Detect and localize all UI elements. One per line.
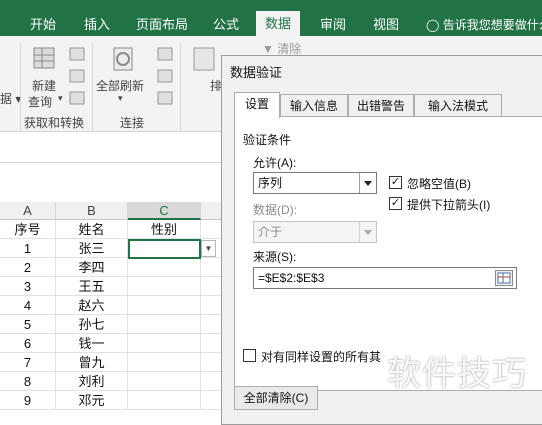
cell-name[interactable]: 曾九 <box>56 353 128 372</box>
cell-name[interactable]: 王五 <box>56 277 128 296</box>
tab-formulas[interactable]: 公式 <box>213 14 239 36</box>
ignore-blank-checkbox[interactable]: ✓ <box>389 176 402 189</box>
group-separator <box>180 42 181 130</box>
new-query-label-2[interactable]: 查询 <box>28 93 52 110</box>
source-label: 来源(S): <box>253 250 297 264</box>
chevron-down-icon[interactable]: ▾ <box>118 93 123 104</box>
query-small-icons[interactable] <box>68 44 86 114</box>
clear-label: 清除 <box>277 42 302 56</box>
allow-select-value: 序列 <box>258 176 283 190</box>
chevron-down-icon: ▼ <box>204 244 213 253</box>
allow-label: 允许(A): <box>253 156 297 170</box>
cell-number[interactable]: 1 <box>0 239 56 258</box>
tab-settings[interactable]: 设置 <box>234 92 280 118</box>
cell-name[interactable]: 钱一 <box>56 334 128 353</box>
ignore-blank-label[interactable]: 忽略空值(B) <box>407 175 471 192</box>
group-separator <box>92 42 93 130</box>
tab-ime-mode[interactable]: 输入法模式 <box>414 94 502 117</box>
data-select-value: 介于 <box>258 225 283 239</box>
validation-criteria-label: 验证条件 <box>243 133 292 147</box>
header-cell-gender[interactable]: 性别 <box>128 220 201 239</box>
cell-name[interactable]: 邓元 <box>56 391 128 410</box>
in-cell-dropdown-checkbox[interactable]: ✓ <box>389 197 402 210</box>
ribbon-fragment-left: 据 ▾ <box>0 92 22 106</box>
cell-name[interactable]: 孙七 <box>56 315 128 334</box>
cell-number[interactable]: 9 <box>0 391 56 410</box>
tab-view[interactable]: 视图 <box>373 14 399 36</box>
refresh-all-label[interactable]: 全部刷新 <box>96 77 144 94</box>
group-connections-label: 连接 <box>120 116 145 130</box>
cell-gender[interactable] <box>128 353 201 372</box>
cell-number[interactable]: 8 <box>0 372 56 391</box>
source-input-value: =$E$2:$E$3 <box>258 271 325 285</box>
chevron-down-icon[interactable] <box>359 173 376 193</box>
new-query-label[interactable]: 新建 <box>32 77 56 94</box>
column-header-b[interactable]: B <box>56 202 128 220</box>
cell-gender[interactable] <box>128 277 201 296</box>
formula-bar[interactable] <box>0 133 230 163</box>
apply-all-label[interactable]: 对有同样设置的所有其 <box>261 348 381 365</box>
new-query-icon[interactable] <box>30 44 60 74</box>
connections-small-icons[interactable] <box>156 44 174 114</box>
header-cell-number[interactable]: 序号 <box>0 220 56 239</box>
tab-insert[interactable]: 插入 <box>84 14 110 36</box>
tab-input-message[interactable]: 输入信息 <box>280 94 348 117</box>
allow-select[interactable]: 序列 <box>253 172 377 194</box>
source-input[interactable]: =$E$2:$E$3 <box>253 267 517 289</box>
column-header-a[interactable]: A <box>0 202 56 220</box>
tab-home[interactable]: 开始 <box>30 14 56 36</box>
worksheet-grid[interactable]: A B C 序号 姓名 性别 1 张三 2 李四 3 王五 4 赵六 5 孙七 6 钱一 7 曾九 8 刘利 9… <box>0 202 230 411</box>
ribbon-tab-bar: 开始 插入 页面布局 公式 数据 审阅 视图 ◯ 告诉我您想要做什么 <box>0 0 542 36</box>
cell-gender[interactable] <box>128 315 201 334</box>
tell-me-box[interactable]: ◯ 告诉我您想要做什么 <box>426 14 542 36</box>
data-label: 数据(D): <box>253 203 297 217</box>
lightbulb-icon: ◯ <box>426 18 440 32</box>
cell-gender[interactable] <box>128 372 201 391</box>
column-header-c[interactable]: C <box>128 202 201 220</box>
cell-number[interactable]: 6 <box>0 334 56 353</box>
group-separator <box>20 42 21 130</box>
cell-name[interactable]: 刘利 <box>56 372 128 391</box>
data-select: 介于 <box>253 221 377 243</box>
in-cell-dropdown-label[interactable]: 提供下拉箭头(I) <box>407 196 490 213</box>
cell-gender[interactable] <box>128 391 201 410</box>
chevron-down-icon[interactable]: ▾ <box>58 93 63 104</box>
cell-gender[interactable] <box>128 334 201 353</box>
cell-number[interactable]: 2 <box>0 258 56 277</box>
active-cell-c2[interactable] <box>128 239 201 259</box>
watermark: 软件技巧 <box>387 355 527 393</box>
group-get-transform-label: 获取和转换 <box>24 116 85 130</box>
cell-number[interactable]: 7 <box>0 353 56 372</box>
cell-number[interactable]: 5 <box>0 315 56 334</box>
header-cell-name[interactable]: 姓名 <box>56 220 128 239</box>
cell-number[interactable]: 3 <box>0 277 56 296</box>
tab-data[interactable]: 数据 <box>256 11 301 36</box>
cell-number[interactable]: 4 <box>0 296 56 315</box>
clear-all-button[interactable]: 全部清除(C) <box>234 386 318 410</box>
cell-gender[interactable] <box>128 296 201 315</box>
sheet-top-area <box>0 164 230 202</box>
range-selector-icon[interactable] <box>495 270 513 286</box>
tab-review[interactable]: 审阅 <box>320 14 346 36</box>
tell-me-text: 告诉我您想要做什么 <box>442 18 542 32</box>
sort-icon[interactable] <box>190 44 220 74</box>
apply-all-checkbox[interactable] <box>243 349 256 362</box>
cell-dropdown-button[interactable]: ▼ <box>201 240 216 257</box>
dialog-title: 数据验证 <box>230 65 283 80</box>
cell-gender[interactable] <box>128 258 201 277</box>
cell-name[interactable]: 张三 <box>56 239 128 258</box>
tab-page-layout[interactable]: 页面布局 <box>136 14 188 36</box>
chevron-down-icon <box>359 222 376 242</box>
refresh-all-icon[interactable] <box>108 44 138 74</box>
tab-error-alert[interactable]: 出错警告 <box>348 94 414 117</box>
cell-name[interactable]: 赵六 <box>56 296 128 315</box>
cell-name[interactable]: 李四 <box>56 258 128 277</box>
